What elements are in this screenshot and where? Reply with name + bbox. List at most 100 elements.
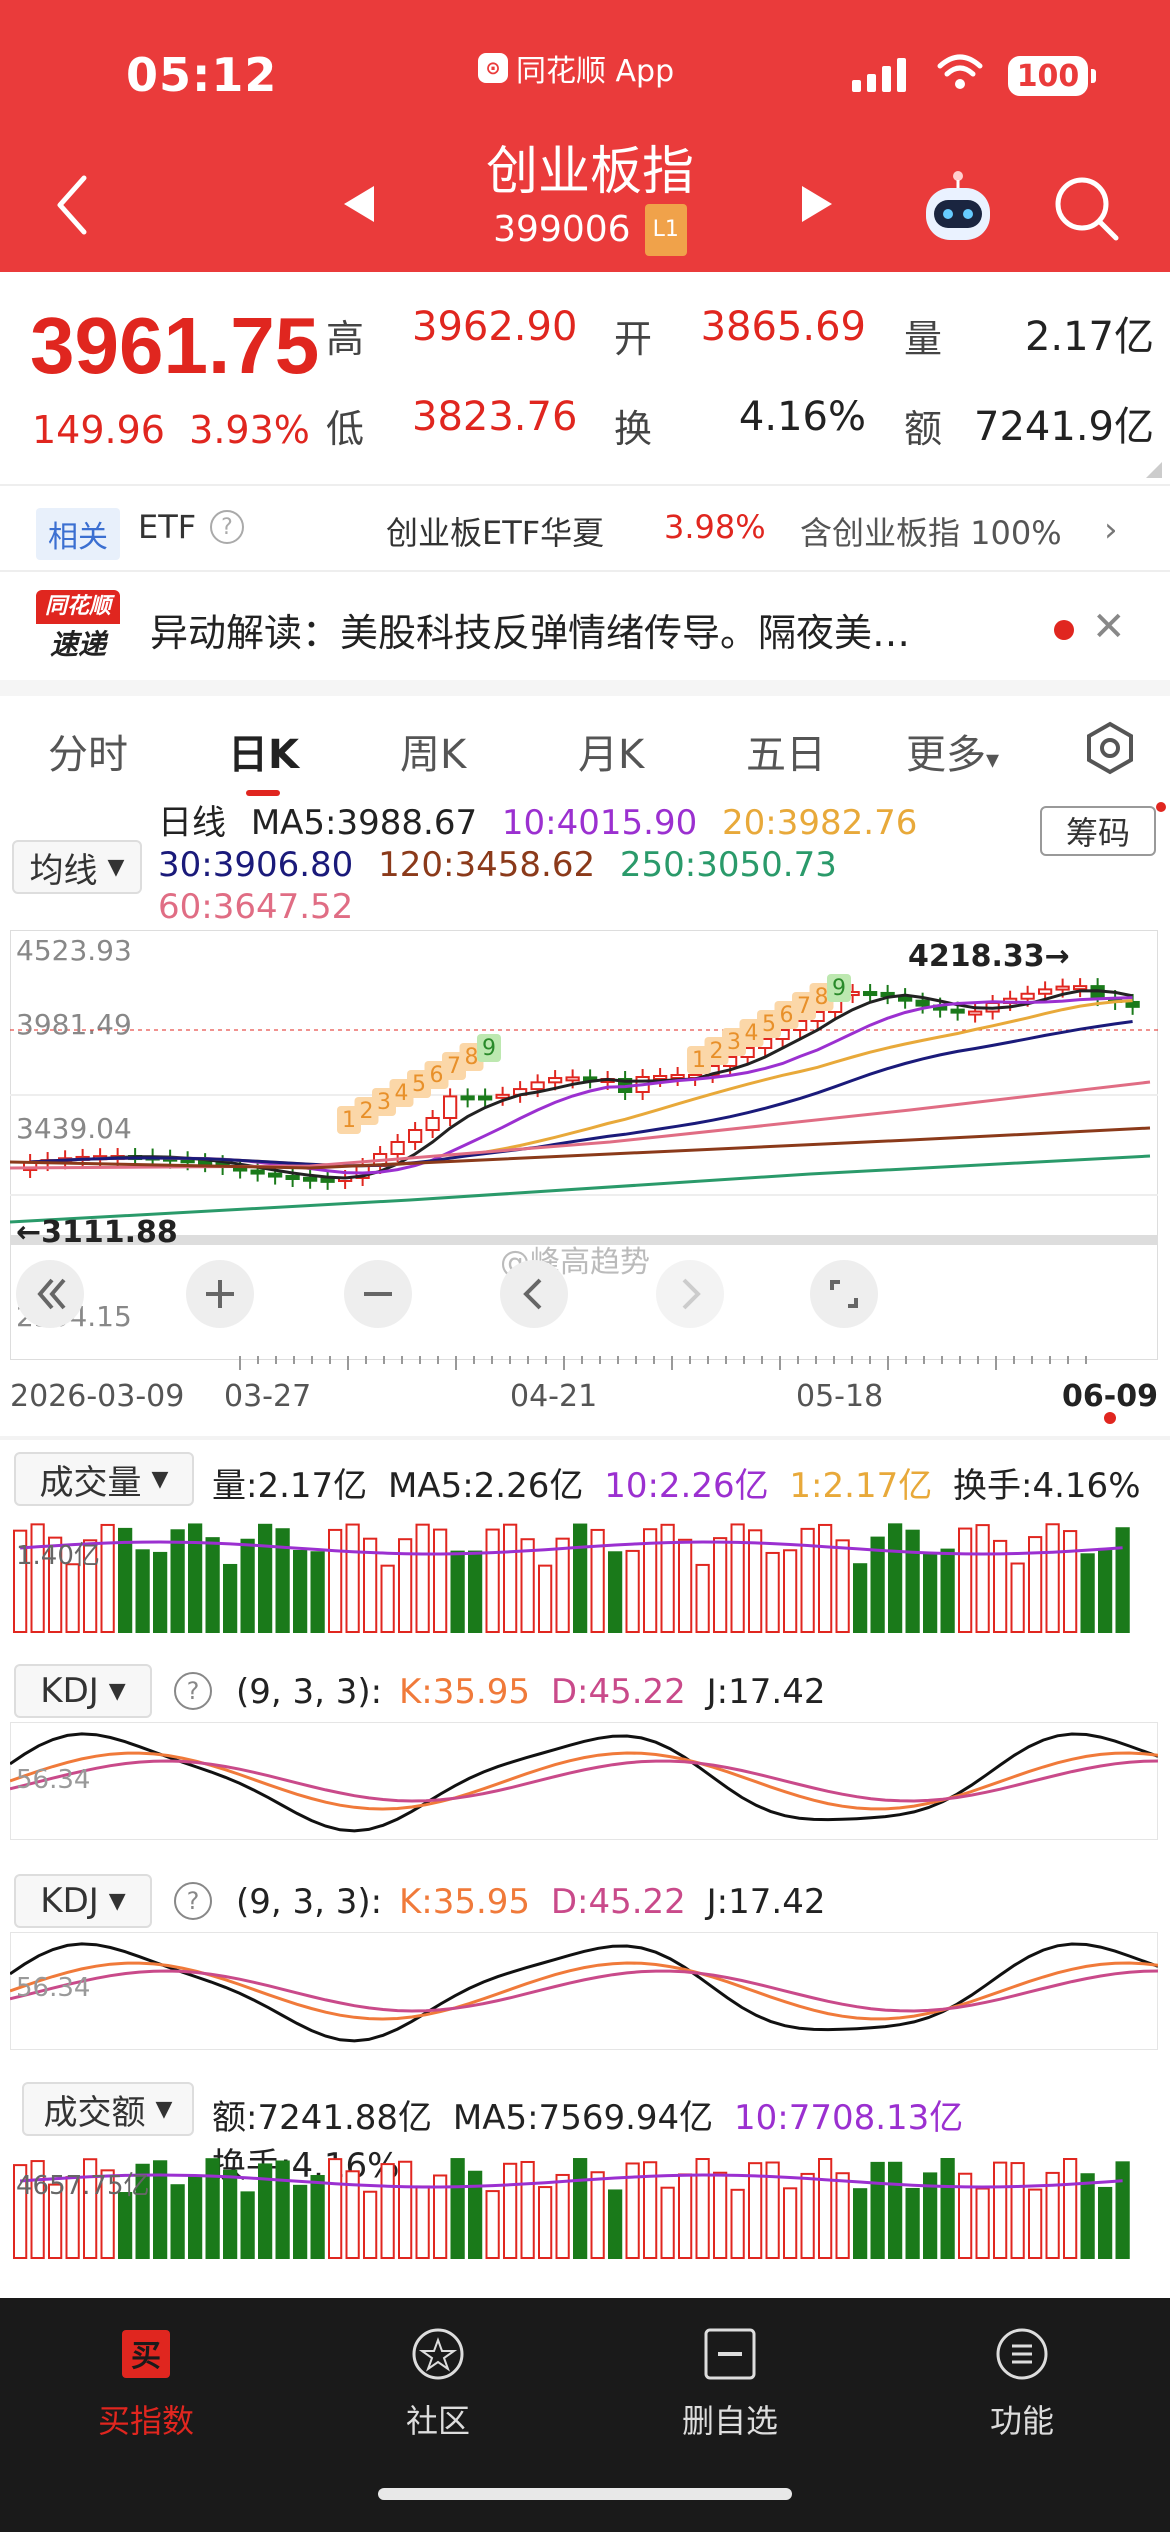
volume-bar (905, 1529, 920, 1633)
ma-title: 日线 (158, 803, 226, 843)
chips-button[interactable]: 筹码 (1040, 806, 1156, 856)
td-number: 3 (727, 1030, 741, 1055)
volume-bar (538, 2186, 553, 2259)
tab-more[interactable]: 更多▾ (906, 722, 999, 780)
volume-bar (275, 2160, 290, 2260)
amount-ma5: MA5:7569.94亿 (452, 2098, 714, 2138)
volume-bar (275, 1528, 290, 1633)
kdj1-j: J:17.42 (706, 1672, 826, 1712)
td-number: 3 (377, 1090, 391, 1115)
ma250-value: 250:3050.73 (619, 845, 837, 885)
etf-label: ETF (138, 508, 197, 546)
kdj-help-icon[interactable]: ? (174, 1672, 212, 1710)
zoom-in-icon[interactable] (184, 1258, 258, 1330)
kdj2-axis-label: 56.34 (16, 1973, 90, 2003)
news-logo-top: 同花顺 (36, 590, 120, 624)
related-tag: 相关 (36, 508, 120, 560)
kdj-chart-2: 56.34 (10, 1932, 1158, 2050)
close-icon[interactable]: ✕ (1092, 604, 1126, 650)
nav-remove-watchlist-label: 删自选 (681, 2402, 778, 2440)
robot-assistant-icon[interactable] (918, 168, 998, 248)
search-icon[interactable] (1050, 172, 1122, 244)
kdj1-axis-label: 56.34 (16, 1765, 90, 1795)
volume-bar (1063, 1530, 1078, 1633)
etf-change-pct: 3.98% (664, 508, 766, 546)
news-ticker[interactable]: 同花顺 速递 异动解读：美股科技反弹情绪传导。隔夜美… ✕ (0, 576, 1170, 680)
amount-indicator-select[interactable]: 成交额 ▼ (22, 2082, 194, 2136)
candle-body (968, 1010, 983, 1016)
kdj2-k: K:35.95 (398, 1882, 531, 1922)
active-tab-indicator (246, 790, 280, 796)
zoom-out-icon[interactable] (342, 1258, 416, 1330)
candlestick-chart[interactable]: 123456789123456789 4523.93 3981.49 3439.… (10, 930, 1158, 1360)
volume-bar (678, 2173, 693, 2260)
volume-bar (888, 2161, 903, 2259)
buy-icon: 买 (118, 2326, 174, 2382)
tab-monthly-k[interactable]: 月K (578, 722, 644, 780)
page-title: 创业板指 (485, 142, 694, 202)
candle-body (950, 1008, 965, 1014)
candle-body (460, 1095, 475, 1101)
news-headline[interactable]: 异动解读：美股科技反弹情绪传导。隔夜美… (150, 602, 910, 657)
kdj-indicator-select-1[interactable]: KDJ ▼ (14, 1664, 152, 1718)
kdj-indicator-select-2[interactable]: KDJ ▼ (14, 1874, 152, 1928)
volume-chart: 1.40亿 (13, 1523, 1130, 1634)
kdj2-legend: (9, 3, 3): K:35.95 D:45.22 J:17.42 (236, 1882, 825, 1922)
amount-label: 额 (904, 407, 943, 451)
kdj1-legend: (9, 3, 3): K:35.95 D:45.22 J:17.42 (236, 1672, 825, 1712)
price-change: 149.96 3.93% (32, 408, 310, 452)
td-number: 9 (832, 976, 846, 1001)
tab-daily-k[interactable]: 日K (228, 722, 299, 780)
next-stock-icon[interactable] (796, 182, 836, 226)
dropdown-icon: ▾ (986, 745, 1000, 775)
volume-bar (415, 1523, 430, 1633)
candle-body (863, 991, 878, 997)
cellular-signal-icon (852, 56, 906, 92)
back-icon[interactable] (48, 170, 98, 240)
volume-axis-label: 1.40亿 (16, 1541, 100, 1571)
open-value: 3865.69 (700, 304, 866, 350)
kdj-d-line (10, 1969, 1158, 2013)
tab-weekly-k[interactable]: 周K (400, 722, 466, 780)
volume-bar (625, 1549, 640, 1633)
volume-bar (905, 2187, 920, 2260)
volume-bar (800, 2172, 815, 2259)
volume-bar (940, 2158, 955, 2260)
volume-bar (713, 2171, 728, 2259)
prev-stock-icon[interactable] (340, 182, 380, 226)
nav-functions[interactable]: 功能 (922, 2326, 1122, 2442)
menu-circle-icon (994, 2326, 1050, 2382)
volume-indicator-select[interactable]: 成交量 ▼ (14, 1452, 194, 1506)
date-ticks (239, 1356, 1087, 1370)
ma-selector[interactable]: 均线 ▼ (12, 840, 142, 894)
date-axis: 2026-03-09 03-27 04-21 05-18 06-09 (10, 1356, 1158, 1424)
volume-bar (223, 1563, 238, 1633)
volume-bar (608, 2189, 623, 2259)
td-number: 4 (745, 1021, 759, 1046)
etf-contains: 含创业板指 100% (800, 514, 1062, 552)
kdj-help-icon[interactable]: ? (174, 1882, 212, 1920)
candle-body (548, 1077, 563, 1084)
volume-bar (380, 1564, 395, 1634)
collapse-left-icon[interactable] (14, 1258, 94, 1330)
candle-body (425, 1117, 440, 1131)
related-etf-row[interactable]: 相关 ETF ? 创业板ETF华夏 3.98% 含创业板指 100% › (0, 490, 1170, 566)
volume-ma10: 10:2.26亿 (604, 1466, 769, 1506)
volume-bar (100, 1523, 115, 1634)
current-date-dot (1104, 1412, 1116, 1424)
nav-remove-watchlist[interactable]: 删自选 (630, 2326, 830, 2442)
scroll-left-icon[interactable] (498, 1258, 572, 1330)
nav-buy-index[interactable]: 买 买指数 (46, 2326, 246, 2442)
low-marker-label: ←3111.88 (16, 1215, 178, 1250)
expand-corner-icon[interactable] (1146, 462, 1162, 478)
tab-intraday[interactable]: 分时 (48, 722, 128, 780)
scroll-right-icon[interactable] (654, 1258, 728, 1330)
fullscreen-icon[interactable] (808, 1258, 882, 1330)
tab-five-day[interactable]: 五日 (746, 722, 826, 780)
help-icon[interactable]: ? (210, 510, 244, 544)
nav-community[interactable]: 社区 (338, 2326, 538, 2442)
nav-functions-label: 功能 (989, 2402, 1054, 2440)
candle-body (320, 1177, 335, 1183)
nav-buy-index-label: 买指数 (97, 2402, 194, 2440)
settings-hexagon-icon[interactable] (1082, 720, 1138, 776)
